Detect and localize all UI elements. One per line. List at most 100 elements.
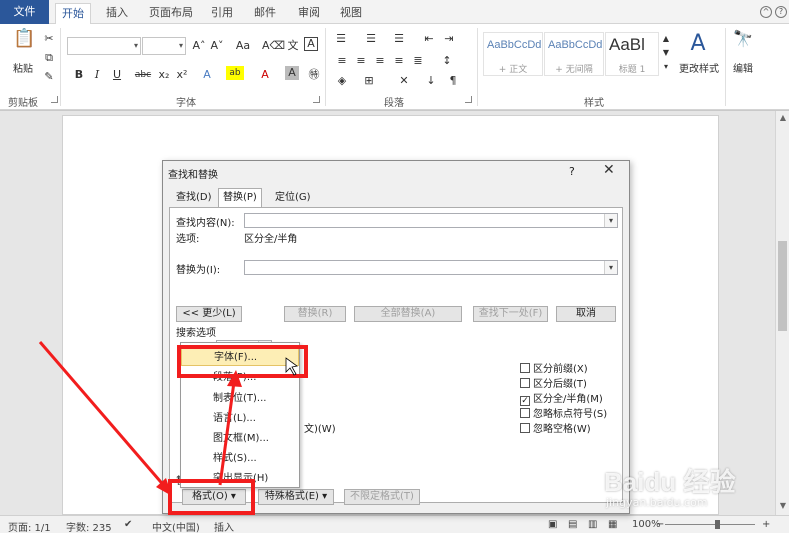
checkbox-match-width[interactable]: ✓ 区分全/半角(M) [520, 390, 603, 406]
no-formatting-button[interactable]: 不限定格式(T) [344, 489, 420, 505]
editing-label[interactable]: 编辑 [728, 60, 758, 75]
dialog-close-button[interactable]: ✕ [603, 162, 615, 178]
distributed-icon[interactable]: ≣ [409, 52, 427, 70]
change-styles-icon[interactable]: A [684, 30, 712, 58]
font-launcher-icon[interactable] [313, 96, 320, 103]
grow-font-icon[interactable]: A˄ [190, 37, 208, 55]
justify-icon[interactable]: ≡ [390, 52, 408, 70]
view-web-icon[interactable]: ▥ [588, 519, 597, 530]
style-no-spacing[interactable]: AaBbCcDd + 无间隔 [544, 32, 604, 76]
clipboard-launcher-icon[interactable] [51, 96, 58, 103]
tab-mailings[interactable]: 邮件 [248, 3, 282, 24]
page-count[interactable]: 页面: 1/1 [8, 519, 51, 533]
chinese-layout-icon[interactable]: ✕ [395, 72, 413, 90]
zoom-slider[interactable] [665, 524, 755, 525]
tab-home[interactable]: 开始 [55, 3, 91, 24]
underline-icon[interactable]: U [108, 66, 126, 84]
special-format-button[interactable]: 特殊格式(E) ▾ [258, 489, 334, 505]
zoom-in-icon[interactable]: + [762, 519, 770, 530]
view-outline-icon[interactable]: ▦ [608, 519, 617, 530]
checkbox-box[interactable] [520, 423, 530, 433]
subscript-icon[interactable]: x₂ [155, 66, 173, 84]
vertical-scrollbar[interactable]: ▲ ▼ [775, 111, 789, 515]
tab-goto[interactable]: 定位(G) [270, 188, 316, 207]
tab-find[interactable]: 查找(D) [171, 188, 217, 207]
align-right-icon[interactable]: ≡ [371, 52, 389, 70]
font-size-combo[interactable]: ▾ [142, 37, 186, 55]
proofing-icon[interactable]: ✔ [124, 519, 132, 530]
character-shading-icon[interactable]: A [285, 66, 299, 80]
collapse-ribbon-icon[interactable]: ^ [760, 6, 772, 18]
copy-icon[interactable]: ⧉ [40, 49, 58, 67]
bullets-icon[interactable]: ☰ [332, 30, 350, 48]
checkbox-box[interactable] [520, 408, 530, 418]
zoom-slider-knob[interactable] [715, 520, 720, 529]
sort-icon[interactable]: ↓ [422, 72, 440, 90]
scroll-thumb[interactable] [778, 241, 787, 331]
menu-item-style[interactable]: 样式(S)... [181, 449, 299, 468]
phonetic-guide-icon[interactable]: 文 [284, 37, 302, 55]
decrease-indent-icon[interactable]: ⇤ [420, 30, 438, 48]
numbering-icon[interactable]: ☰ [362, 30, 380, 48]
replace-button[interactable]: 替换(R) [284, 306, 346, 322]
styles-more-icon[interactable]: ▲ ▼ ▾ [661, 32, 671, 76]
font-name-combo[interactable]: ▾ [67, 37, 141, 55]
enclose-characters-icon[interactable]: ㊕ [305, 66, 323, 84]
dialog-help-button[interactable]: ? [569, 165, 575, 178]
replace-all-button[interactable]: 全部替换(A) [354, 306, 462, 322]
align-left-icon[interactable]: ≡ [333, 52, 351, 70]
style-heading-1[interactable]: AaBl 标题 1 [605, 32, 659, 76]
shading-icon[interactable]: ◈ [333, 72, 351, 90]
superscript-icon[interactable]: x² [173, 66, 191, 84]
change-styles-label[interactable]: 更改样式 [676, 60, 722, 75]
cancel-button[interactable]: 取消 [556, 306, 616, 322]
tab-replace[interactable]: 替换(P) [218, 188, 262, 208]
word-count[interactable]: 字数: 235 [66, 519, 112, 533]
borders-icon[interactable]: ⊞ [360, 72, 378, 90]
checkbox-ignore-space[interactable]: 忽略空格(W) [520, 420, 591, 435]
highlight-icon[interactable]: ab [226, 66, 244, 80]
bold-icon[interactable]: B [70, 66, 88, 84]
help-icon[interactable]: ? [775, 6, 787, 18]
paste-icon[interactable]: 📋 [13, 30, 35, 56]
insert-mode[interactable]: 插入 [214, 519, 234, 533]
paragraph-launcher-icon[interactable] [465, 96, 472, 103]
find-what-input[interactable]: ▾ [244, 213, 618, 228]
character-border-icon[interactable]: A [304, 37, 318, 51]
checkbox-match-suffix[interactable]: 区分后缀(T) [520, 375, 587, 390]
find-next-button[interactable]: 查找下一处(F) [473, 306, 548, 322]
cut-icon[interactable]: ✂ [40, 30, 58, 48]
menu-item-tabs[interactable]: 制表位(T)... [181, 389, 299, 408]
shrink-font-icon[interactable]: A˅ [208, 37, 226, 55]
italic-icon[interactable]: I [88, 66, 106, 84]
checkbox-box[interactable] [520, 363, 530, 373]
tab-view[interactable]: 视图 [334, 3, 368, 24]
checkbox-box[interactable] [520, 378, 530, 388]
less-button[interactable]: << 更少(L) [176, 306, 242, 322]
tab-file[interactable]: 文件 [0, 0, 49, 24]
style-normal[interactable]: AaBbCcDd + 正文 [483, 32, 543, 76]
align-center-icon[interactable]: ≡ [352, 52, 370, 70]
view-print-icon[interactable]: ▣ [548, 519, 557, 530]
format-painter-icon[interactable]: ✎ [40, 68, 58, 86]
menu-item-frame[interactable]: 图文框(M)... [181, 429, 299, 448]
checkbox-match-prefix[interactable]: 区分前缀(X) [520, 360, 588, 375]
tab-insert[interactable]: 插入 [100, 3, 134, 24]
increase-indent-icon[interactable]: ⇥ [440, 30, 458, 48]
checkbox-ignore-punctuation[interactable]: 忽略标点符号(S) [520, 405, 607, 420]
multilevel-list-icon[interactable]: ☰ [390, 30, 408, 48]
find-icon[interactable]: 🔭 [733, 30, 753, 54]
tab-page-layout[interactable]: 页面布局 [143, 3, 199, 24]
view-fullscreen-icon[interactable]: ▤ [568, 519, 577, 530]
line-spacing-icon[interactable]: ↕ [438, 52, 456, 70]
replace-with-input[interactable]: ▾ [244, 260, 618, 275]
strikethrough-icon[interactable]: abc [134, 66, 152, 84]
tab-references[interactable]: 引用 [205, 3, 239, 24]
scroll-down-icon[interactable]: ▼ [778, 501, 788, 510]
change-case-icon[interactable]: Aa [232, 37, 254, 55]
tab-review[interactable]: 审阅 [292, 3, 326, 24]
scroll-up-icon[interactable]: ▲ [778, 113, 788, 122]
zoom-out-icon[interactable]: − [656, 519, 664, 530]
menu-item-language[interactable]: 语言(L)... [181, 409, 299, 428]
text-effects-icon[interactable]: A [198, 66, 216, 84]
